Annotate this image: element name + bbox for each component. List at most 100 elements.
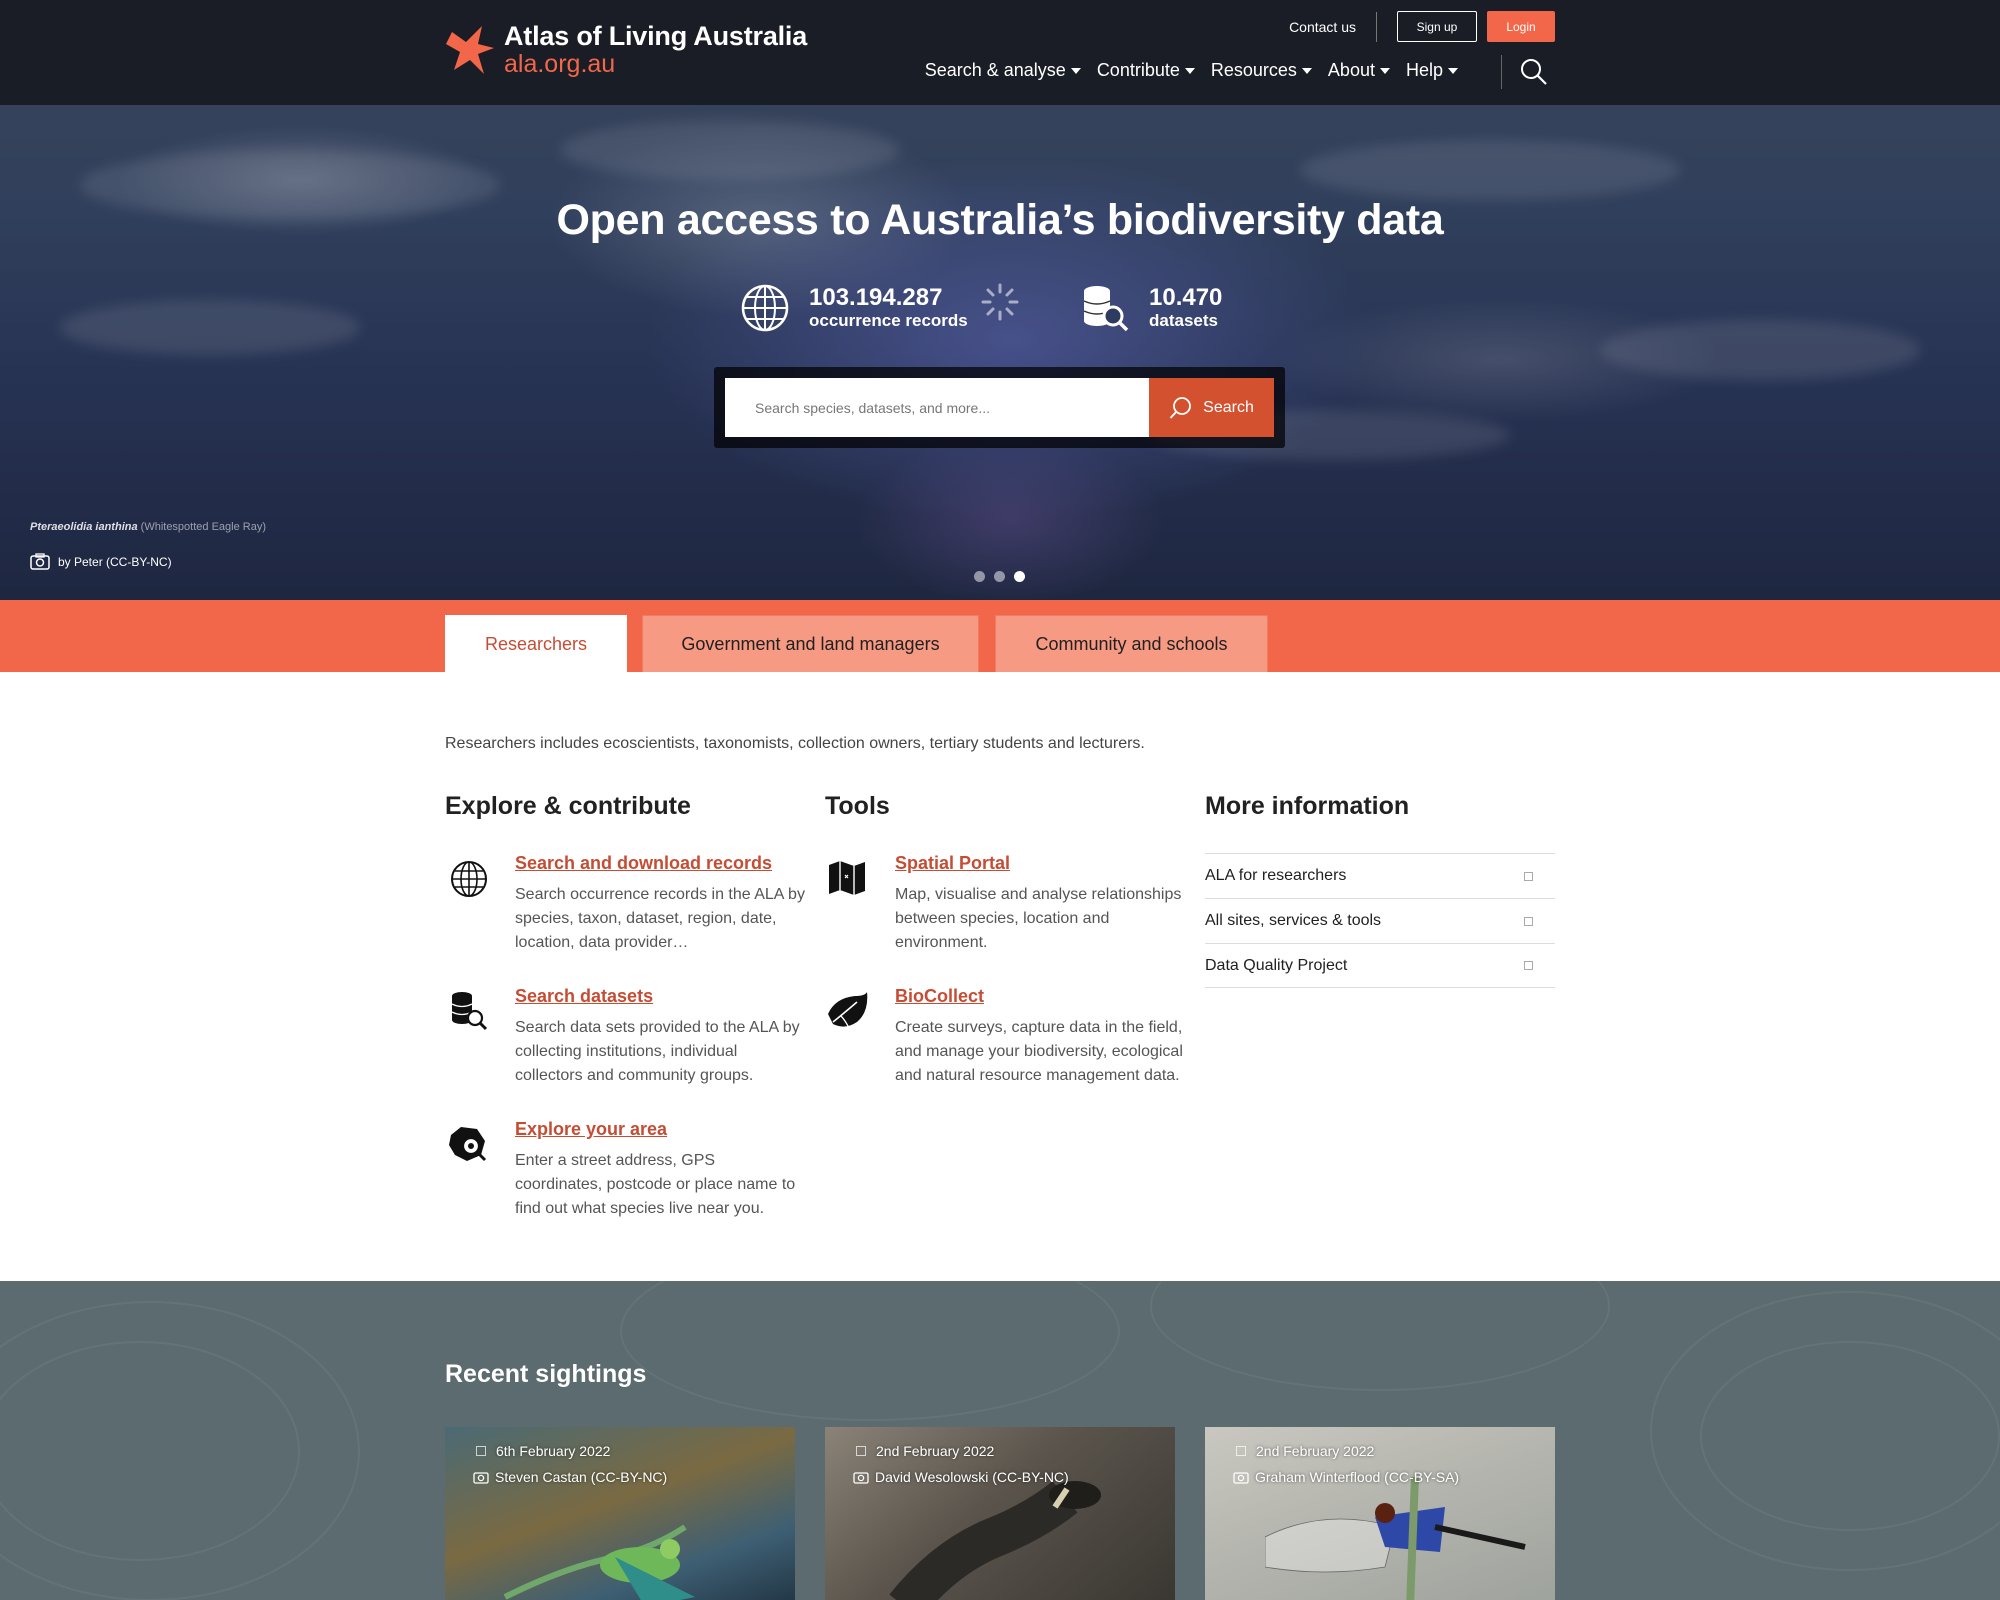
audience-intro: Researchers includes ecoscientists, taxo… — [445, 735, 1145, 752]
signup-button[interactable]: Sign up — [1397, 11, 1477, 42]
nav-resources[interactable]: Resources — [1211, 60, 1312, 81]
caption-scientific-name[interactable]: Pteraeolidia ianthina — [30, 521, 138, 533]
explore-heading: Explore & contribute — [445, 792, 691, 820]
feature-link[interactable]: Explore your area — [515, 1119, 667, 1140]
camera-icon — [30, 553, 50, 570]
divider — [1501, 55, 1502, 89]
hero-search: Search — [714, 367, 1285, 448]
more-info-heading: More information — [1205, 792, 1410, 820]
sighting-credit: Graham Winterflood (CC-BY-SA) — [1233, 1469, 1459, 1485]
nav-help[interactable]: Help — [1406, 60, 1458, 81]
more-info-link-all-sites[interactable]: All sites, services & tools — [1205, 898, 1555, 943]
divider — [1376, 11, 1377, 42]
chevron-down-icon — [1184, 67, 1195, 74]
sighting-credit: Steven Castan (CC-BY-NC) — [473, 1469, 667, 1485]
nav-contribute[interactable]: Contribute — [1097, 60, 1195, 81]
more-info-label: ALA for researchers — [1205, 867, 1347, 884]
nav-search-analyse[interactable]: Search & analyse — [925, 60, 1081, 81]
more-info-link-researchers[interactable]: ALA for researchers — [1205, 853, 1555, 898]
leaf-icon — [828, 992, 868, 1029]
sighting-date-text: 2nd February 2022 — [876, 1443, 995, 1459]
sighting-date-text: 6th February 2022 — [496, 1443, 611, 1459]
sighting-card[interactable]: 6th February 2022 Steven Castan (CC-BY-N… — [445, 1427, 795, 1600]
calendar-icon — [476, 1446, 486, 1456]
recent-sightings-heading: Recent sightings — [445, 1360, 647, 1388]
image-caption: Pteraeolidia ianthina (Whitespotted Eagl… — [30, 521, 266, 533]
login-button[interactable]: Login — [1487, 11, 1555, 42]
tools-heading: Tools — [825, 792, 890, 820]
ala-logo-icon — [446, 26, 494, 74]
external-link-icon — [1524, 916, 1533, 926]
camera-icon — [853, 1472, 869, 1484]
stat-datasets: 10.470 datasets — [1079, 282, 1222, 334]
nav-label: Help — [1405, 60, 1443, 80]
feature-link[interactable]: Spatial Portal — [895, 853, 1010, 874]
feature-desc: Search occurrence records in the ALA by … — [515, 886, 805, 951]
sighting-credit-text: Graham Winterflood (CC-BY-SA) — [1255, 1469, 1460, 1485]
sighting-credit: David Wesolowski (CC-BY-NC) — [853, 1469, 1069, 1485]
feature-link[interactable]: Search datasets — [515, 986, 653, 1007]
camera-icon — [1233, 1472, 1249, 1484]
main-nav: Search & analyse Contribute Resources Ab… — [909, 60, 1458, 81]
bird-photo — [503, 1524, 695, 1600]
globe-icon — [451, 861, 487, 897]
sighting-date: 6th February 2022 — [473, 1443, 610, 1459]
more-info-link-data-quality[interactable]: Data Quality Project — [1205, 943, 1555, 988]
tab-community-schools[interactable]: Community and schools — [995, 615, 1268, 672]
feature-link[interactable]: Search and download records — [515, 853, 772, 874]
credit-text: by Peter (CC-BY-NC) — [58, 554, 172, 569]
map-icon — [829, 861, 865, 895]
carousel-dot[interactable] — [974, 571, 985, 582]
chevron-down-icon — [1448, 67, 1458, 74]
nav-about[interactable]: About — [1328, 60, 1390, 81]
site-title: Atlas of Living Australia — [504, 21, 808, 51]
search-icon — [1169, 396, 1192, 419]
lizard-photo — [889, 1481, 1101, 1600]
sighting-credit-text: Steven Castan (CC-BY-NC) — [495, 1469, 668, 1485]
external-link-icon — [1524, 961, 1533, 970]
external-link-icon — [1524, 871, 1533, 881]
audience-tab-bar: Researchers Government and land managers… — [0, 600, 2000, 672]
sighting-date-text: 2nd February 2022 — [1256, 1443, 1375, 1459]
stat-label: datasets — [1149, 310, 1218, 330]
nav-label: Contribute — [1096, 60, 1180, 80]
sighting-date: 2nd February 2022 — [853, 1443, 994, 1459]
nav-label: Resources — [1210, 60, 1297, 80]
top-links: Contact us Sign up Login — [1289, 11, 1555, 42]
nav-label: About — [1327, 60, 1375, 80]
feature-link[interactable]: BioCollect — [895, 986, 984, 1007]
feature-desc: Enter a street address, GPS coordinates,… — [515, 1152, 796, 1217]
search-input[interactable] — [725, 378, 1149, 437]
tab-researchers[interactable]: Researchers — [445, 615, 627, 672]
chevron-down-icon — [1301, 67, 1312, 74]
insect-photo — [1265, 1477, 1526, 1600]
more-info-label: Data Quality Project — [1205, 956, 1348, 974]
image-credit: by Peter (CC-BY-NC) — [30, 553, 172, 570]
chevron-down-icon — [1070, 67, 1081, 74]
search-icon[interactable] — [1520, 58, 1548, 86]
area-search-icon — [449, 1127, 487, 1162]
database-search-icon — [1083, 286, 1129, 332]
carousel-dot[interactable] — [994, 571, 1005, 582]
feature-desc: Create surveys, capture data in the fiel… — [895, 1019, 1183, 1084]
feature-desc: Search data sets provided to the ALA by … — [515, 1019, 800, 1084]
caption-common-name: (Whitespotted Eagle Ray) — [140, 521, 266, 533]
carousel-indicators — [974, 571, 1034, 582]
hero-title: Open access to Australia’s biodiversity … — [556, 196, 1444, 244]
stat-value: 103.194.287 — [809, 284, 943, 312]
stat-label: occurrence records — [809, 310, 968, 330]
feature-desc: Map, visualise and analyse relationships… — [895, 886, 1182, 951]
search-button[interactable]: Search — [1149, 378, 1274, 437]
contact-us-link[interactable]: Contact us — [1289, 19, 1356, 35]
sighting-card[interactable]: 2nd February 2022 Graham Winterflood (CC… — [1205, 1427, 1555, 1600]
search-button-label: Search — [1203, 398, 1254, 416]
tab-government-land-managers[interactable]: Government and land managers — [642, 615, 979, 672]
sighting-card[interactable]: 2nd February 2022 David Wesolowski (CC-B… — [825, 1427, 1175, 1600]
site-logo[interactable]: Atlas of Living Australia ala.org.au — [444, 22, 807, 78]
more-info-list: ALA for researchers All sites, services … — [1205, 853, 1555, 988]
sighting-credit-text: David Wesolowski (CC-BY-NC) — [875, 1469, 1069, 1485]
stat-value: 10.470 — [1149, 284, 1223, 312]
database-search-icon — [451, 992, 488, 1031]
carousel-dot-active[interactable] — [1014, 571, 1025, 582]
site-url: ala.org.au — [504, 50, 616, 78]
